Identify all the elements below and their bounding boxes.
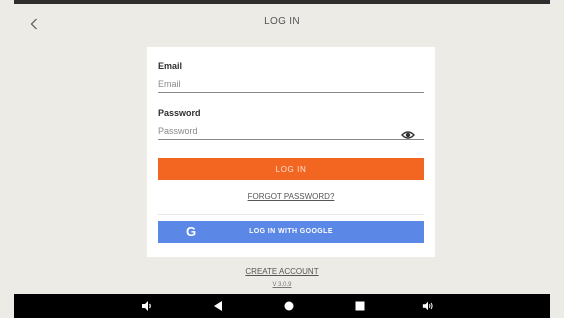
google-login-button[interactable]: G LOG IN WITH GOOGLE [158,221,424,243]
forgot-password-link[interactable]: FORGOT PASSWORD? [147,192,435,201]
system-nav-bar [14,294,550,318]
eye-icon[interactable] [401,129,415,141]
app-screen: LOG IN Email Password LOG IN FORGOT PASS… [14,4,550,294]
volume-up-icon[interactable] [422,300,434,312]
create-account-link[interactable]: CREATE ACCOUNT [14,267,550,276]
divider [158,214,424,215]
volume-down-icon[interactable] [141,300,153,312]
google-login-label: LOG IN WITH GOOGLE [249,228,333,235]
email-label: Email [158,61,183,71]
password-field[interactable] [158,122,424,140]
login-button[interactable]: LOG IN [158,158,424,180]
header: LOG IN [14,4,550,44]
email-field[interactable] [158,75,424,93]
home-circle-icon[interactable] [283,300,295,312]
recents-square-icon[interactable] [354,300,366,312]
page-title: LOG IN [264,16,300,27]
password-label: Password [158,108,201,118]
back-triangle-icon[interactable] [212,300,224,312]
version-label: V 3.0.9 [272,282,292,288]
login-card: Email Password LOG IN FORGOT PASSWORD? G… [147,47,435,257]
